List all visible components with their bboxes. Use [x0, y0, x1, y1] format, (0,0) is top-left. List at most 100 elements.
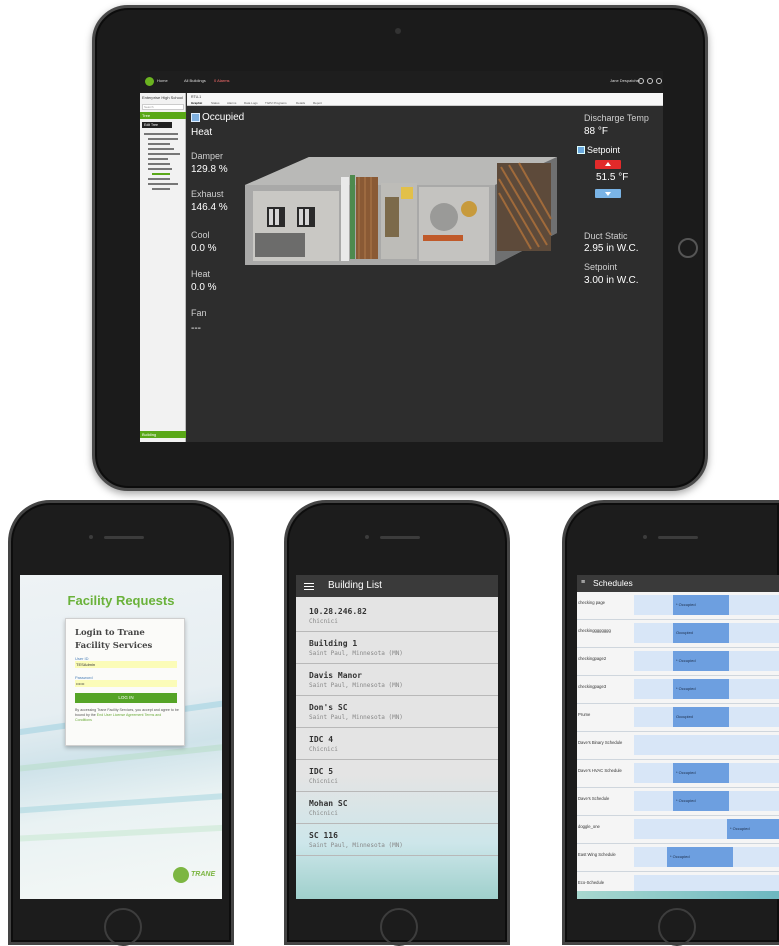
schedule-row[interactable]: East Wing Schedule * Occupied: [577, 844, 779, 872]
occupied-block[interactable]: * Occupied: [673, 763, 729, 783]
tab-graphic[interactable]: Graphic: [191, 101, 202, 105]
occupied-block[interactable]: Occupied: [673, 707, 729, 727]
schedule-row[interactable]: Prume Occupied: [577, 704, 779, 732]
list-item[interactable]: IDC 4 Chicnici: [296, 729, 498, 760]
list-item[interactable]: IDC 5 Chicnici: [296, 761, 498, 792]
schedule-row[interactable]: Dave's Schedule * Occupied: [577, 788, 779, 816]
setpoint-decrease-button[interactable]: [595, 189, 621, 198]
occupancy-status: Occupied: [202, 112, 245, 123]
tree-node[interactable]: [152, 188, 170, 190]
setpoint-increase-button[interactable]: [595, 160, 621, 169]
schedule-row[interactable]: checkingggggggg Occupied: [577, 620, 779, 648]
screen-title: Building List: [328, 580, 382, 591]
occupancy-icon: [191, 113, 200, 122]
fan-label: Fan: [191, 308, 207, 318]
legal-notice: By accessing Trane Facility Services, yo…: [75, 708, 179, 723]
home-icon[interactable]: [638, 78, 644, 84]
schedule-row[interactable]: checkingpage3 * Occupied: [577, 676, 779, 704]
list-item[interactable]: Davis Manor Saint Paul, Minnesota (MN): [296, 665, 498, 696]
help-icon[interactable]: [656, 78, 662, 84]
tree-node[interactable]: [148, 143, 170, 145]
occupied-block[interactable]: * Occupied: [673, 595, 729, 615]
tree-node[interactable]: [144, 133, 178, 135]
decorative-streak: [20, 791, 222, 815]
tablet-screen: Home All Buildings 0 Alarms Jane Despatc…: [140, 71, 663, 442]
tree-node[interactable]: [148, 163, 170, 165]
menu-icon[interactable]: [304, 583, 314, 590]
occupied-block[interactable]: * Occupied: [727, 819, 779, 839]
phone-schedules: ≡ Schedules checking page * Occupied che…: [562, 500, 779, 946]
tab-status[interactable]: Status: [211, 101, 220, 105]
building-name: Building 1: [309, 639, 358, 648]
fan-value: ---: [191, 323, 201, 334]
edit-tree-button[interactable]: Edit Tree: [142, 122, 172, 128]
building-name: SC 116: [309, 831, 338, 840]
login-button[interactable]: LOG IN: [75, 693, 177, 703]
schedule-name: Prume: [578, 712, 591, 717]
schedule-timeline: [634, 735, 779, 755]
tab-details[interactable]: Details: [296, 101, 305, 105]
occupied-block[interactable]: * Occupied: [673, 651, 729, 671]
gear-icon[interactable]: [647, 78, 653, 84]
damper-value: 129.8 %: [191, 164, 228, 175]
tab-data-logs[interactable]: Data Logs: [244, 101, 258, 105]
list-item[interactable]: SC 116 Saint Paul, Minnesota (MN): [296, 825, 498, 856]
tree-node[interactable]: [148, 153, 180, 155]
tree-node[interactable]: [148, 148, 174, 150]
schedule-row[interactable]: Dave's Binary Schedule: [577, 732, 779, 760]
mode-status: Heat: [191, 127, 213, 138]
phone-home-button[interactable]: [658, 908, 696, 946]
alarms-link[interactable]: 0 Alarms: [214, 78, 230, 83]
exhaust-label: Exhaust: [191, 189, 224, 199]
static-setpoint-value: 3.00 in W.C.: [584, 275, 639, 286]
page-title: Facility Requests: [67, 593, 175, 608]
tree-dropdown-button[interactable]: Tree: [140, 112, 186, 119]
all-buildings-link[interactable]: All Buildings: [184, 78, 206, 83]
occupied-block[interactable]: Occupied: [673, 623, 729, 643]
tab-bar: RTU-1 Graphic Status Alarms Data Logs TG…: [187, 93, 663, 106]
building-name: IDC 4: [309, 735, 334, 744]
phone-home-button[interactable]: [380, 908, 418, 946]
building-location: Saint Paul, Minnesota (MN): [309, 650, 403, 657]
occupied-block[interactable]: * Occupied: [667, 847, 733, 867]
top-navigation-bar: Home All Buildings 0 Alarms Jane Despatc…: [140, 71, 663, 93]
menu-icon[interactable]: ≡: [581, 579, 585, 586]
schedule-row[interactable]: Dave's HVAC Schedule * Occupied: [577, 760, 779, 788]
user-name[interactable]: Jane Despatcher: [610, 78, 640, 83]
schedule-row[interactable]: checkingpage2 * Occupied: [577, 648, 779, 676]
schedule-row[interactable]: checking page * Occupied: [577, 592, 779, 620]
tree-node-selected[interactable]: [152, 173, 170, 175]
user-id-field[interactable]: TESAdmin: [75, 661, 177, 668]
building-location: Saint Paul, Minnesota (MN): [309, 682, 403, 689]
phone-home-button[interactable]: [104, 908, 142, 946]
tree-node[interactable]: [148, 138, 178, 140]
duct-static-label: Duct Static: [584, 231, 628, 241]
phone-login: Facility Requests Login to Trane Facilit…: [8, 500, 234, 946]
home-link[interactable]: Home: [157, 78, 168, 83]
list-item[interactable]: 10.28.246.82 Chicnici: [296, 601, 498, 632]
list-item[interactable]: Mohan SC Chicnici: [296, 793, 498, 824]
list-item[interactable]: Building 1 Saint Paul, Minnesota (MN): [296, 633, 498, 664]
password-field[interactable]: ••••••: [75, 680, 177, 687]
search-input[interactable]: Search: [142, 104, 184, 110]
building-name: Davis Manor: [309, 671, 362, 680]
cool-label: Cool: [191, 230, 210, 240]
tree-node[interactable]: [148, 158, 168, 160]
schedule-name: Dave's HVAC Schedule: [578, 768, 622, 773]
list-item[interactable]: Don's SC Saint Paul, Minnesota (MN): [296, 697, 498, 728]
home-logo-icon[interactable]: [145, 77, 154, 86]
tab-report[interactable]: Report: [313, 101, 322, 105]
tree-node[interactable]: [148, 178, 170, 180]
tab-programs[interactable]: TGP2 Programs: [265, 101, 287, 105]
login-heading: Login to Trane Facility Services: [75, 628, 153, 651]
building-name: Don's SC: [309, 703, 348, 712]
occupied-block[interactable]: * Occupied: [673, 679, 729, 699]
schedule-row[interactable]: doggle_one * Occupied: [577, 816, 779, 844]
phone-camera: [643, 535, 647, 539]
tab-alarms[interactable]: Alarms: [227, 101, 236, 105]
occupied-block[interactable]: * Occupied: [673, 791, 729, 811]
building-dropdown-button[interactable]: Building: [140, 431, 186, 438]
tablet-home-button[interactable]: [678, 238, 698, 258]
tree-node[interactable]: [148, 168, 172, 170]
tree-node[interactable]: [148, 183, 178, 185]
